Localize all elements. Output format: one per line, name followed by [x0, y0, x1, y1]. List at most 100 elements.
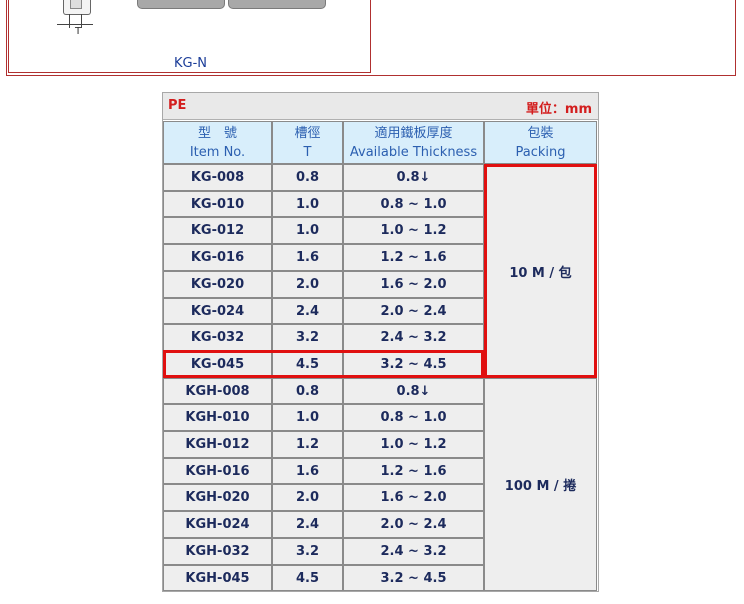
thickness-cell: 1.0 ~ 1.2	[343, 431, 484, 458]
thickness-cell-text: 2.0 ~ 2.4	[380, 303, 447, 319]
thickness-cell: 2.4 ~ 3.2	[343, 324, 484, 351]
groove-cell-text: 1.2	[295, 437, 320, 452]
groove-cell: 4.5	[272, 565, 343, 591]
thickness-cell: 0.8↓	[343, 378, 484, 404]
thickness-cell-text: 1.6 ~ 2.0	[380, 490, 447, 505]
item-no-cell-text: KG-020	[190, 277, 245, 292]
item-no-cell: KG-024	[163, 298, 272, 324]
packing-label: 100 M / 捲	[504, 479, 577, 494]
groove-cell-text: 2.4	[295, 517, 320, 532]
item-no-cell-text: KG-008	[190, 170, 245, 185]
thickness-cell-text: 2.0 ~ 2.4	[380, 517, 447, 532]
packing-cell-kgh: 100 M / 捲	[484, 378, 597, 591]
groove-cell-text: 1.0	[295, 410, 320, 425]
groove-cell: 3.2	[272, 324, 343, 351]
header-packing-zh: 包裝	[527, 125, 554, 141]
item-no-cell-text: KG-045	[190, 357, 245, 372]
groove-cell: 1.0	[272, 217, 343, 244]
groove-cell-text: 4.5	[295, 570, 320, 586]
header-groove-zh: 槽徑	[294, 125, 321, 141]
thickness-cell-text: 1.2 ~ 1.6	[380, 250, 447, 265]
item-no-cell-text: KGH-010	[185, 410, 250, 425]
groove-cell-text: 1.6	[295, 463, 320, 479]
thickness-cell-text: 0.8 ~ 1.0	[380, 196, 447, 212]
item-no-cell: KGH-045	[163, 565, 272, 591]
thickness-cell-text: 0.8↓	[396, 383, 431, 399]
thickness-cell: 2.0 ~ 2.4	[343, 511, 484, 538]
thickness-cell-text: 3.2 ~ 4.5	[380, 357, 447, 372]
dimension-label: T	[75, 26, 82, 37]
thickness-cell-text: 2.4 ~ 3.2	[380, 330, 447, 345]
groove-cell-text: 1.6	[295, 250, 320, 265]
item-no-cell-text: KGH-008	[185, 383, 250, 399]
thickness-cell: 3.2 ~ 4.5	[343, 565, 484, 591]
groove-cell: 3.2	[272, 538, 343, 565]
thickness-cell: 1.0 ~ 1.2	[343, 217, 484, 244]
item-no-cell: KGH-016	[163, 458, 272, 484]
thickness-cell: 0.8 ~ 1.0	[343, 191, 484, 217]
thickness-cell: 2.0 ~ 2.4	[343, 298, 484, 324]
groove-cell: 2.0	[272, 484, 343, 511]
thickness-cell-text: 2.4 ~ 3.2	[380, 544, 447, 559]
groove-cell: 2.0	[272, 271, 343, 298]
unit-label: 單位：mm	[525, 102, 592, 117]
groove-cell: 1.2	[272, 431, 343, 458]
thickness-cell: 3.2 ~ 4.5	[343, 351, 484, 378]
thickness-cell-text: 0.8↓	[396, 170, 431, 185]
item-no-cell-text: KGH-045	[185, 570, 250, 586]
thickness-cell: 0.8↓	[343, 164, 484, 191]
item-no-cell-text: KGH-012	[185, 437, 250, 452]
groove-cell-text: 1.0	[295, 196, 320, 212]
thickness-cell-text: 1.0 ~ 1.2	[380, 437, 447, 452]
thickness-cell-text: 3.2 ~ 4.5	[380, 570, 447, 586]
groove-cell-text: 4.5	[295, 357, 320, 372]
header-item-no: 型 號 Item No.	[163, 121, 272, 164]
item-no-cell: KGH-012	[163, 431, 272, 458]
dim-line-left	[69, 14, 70, 28]
groove-cell: 0.8	[272, 164, 343, 191]
groove-cell-text: 2.4	[295, 303, 320, 319]
groove-cell: 1.0	[272, 191, 343, 217]
product-caption: KG-N	[174, 56, 208, 71]
item-no-cell: KG-012	[163, 217, 272, 244]
material-label: PE	[168, 98, 187, 113]
header-packing: 包裝 Packing	[484, 121, 597, 164]
item-no-cell: KG-016	[163, 244, 272, 271]
groove-cell-text: 0.8	[295, 383, 320, 399]
profile-drawing	[63, 0, 91, 15]
product-panel: T KG-N	[6, 0, 736, 76]
header-item-zh: 型 號	[197, 125, 237, 141]
thickness-cell: 0.8 ~ 1.0	[343, 404, 484, 431]
groove-cell-text: 0.8	[295, 170, 320, 185]
header-packing-en: Packing	[515, 144, 566, 160]
groove-cell: 2.4	[272, 511, 343, 538]
groove-cell: 1.6	[272, 244, 343, 271]
item-no-cell: KGH-024	[163, 511, 272, 538]
thickness-cell: 2.4 ~ 3.2	[343, 538, 484, 565]
thickness-cell: 1.6 ~ 2.0	[343, 484, 484, 511]
item-no-cell-text: KGH-024	[185, 517, 250, 532]
packing-cell-kg: 10 M / 包	[484, 164, 597, 378]
item-no-cell-text: KG-016	[190, 250, 245, 265]
product-image-panel: T KG-N	[8, 0, 371, 73]
item-no-cell: KGH-008	[163, 378, 272, 404]
product-strip-image	[137, 0, 225, 9]
groove-cell-text: 3.2	[295, 544, 320, 559]
groove-cell-text: 2.0	[295, 277, 320, 292]
header-thickness-en: Available Thickness	[349, 144, 478, 160]
groove-cell-text: 2.0	[295, 490, 320, 505]
thickness-cell-text: 0.8 ~ 1.0	[380, 410, 447, 425]
thickness-cell: 1.2 ~ 1.6	[343, 458, 484, 484]
item-no-cell: KGH-032	[163, 538, 272, 565]
thickness-cell-text: 1.0 ~ 1.2	[380, 223, 447, 238]
item-no-cell: KG-020	[163, 271, 272, 298]
thickness-cell: 1.6 ~ 2.0	[343, 271, 484, 298]
item-no-cell-text: KG-032	[190, 330, 245, 345]
header-thickness-zh: 適用鐵板厚度	[374, 125, 453, 141]
item-no-cell: KG-010	[163, 191, 272, 217]
groove-cell: 2.4	[272, 298, 343, 324]
item-no-cell: KG-045	[163, 351, 272, 378]
header-groove: 槽徑 T	[272, 121, 343, 164]
groove-cell: 0.8	[272, 378, 343, 404]
item-no-cell-text: KGH-016	[185, 463, 250, 479]
